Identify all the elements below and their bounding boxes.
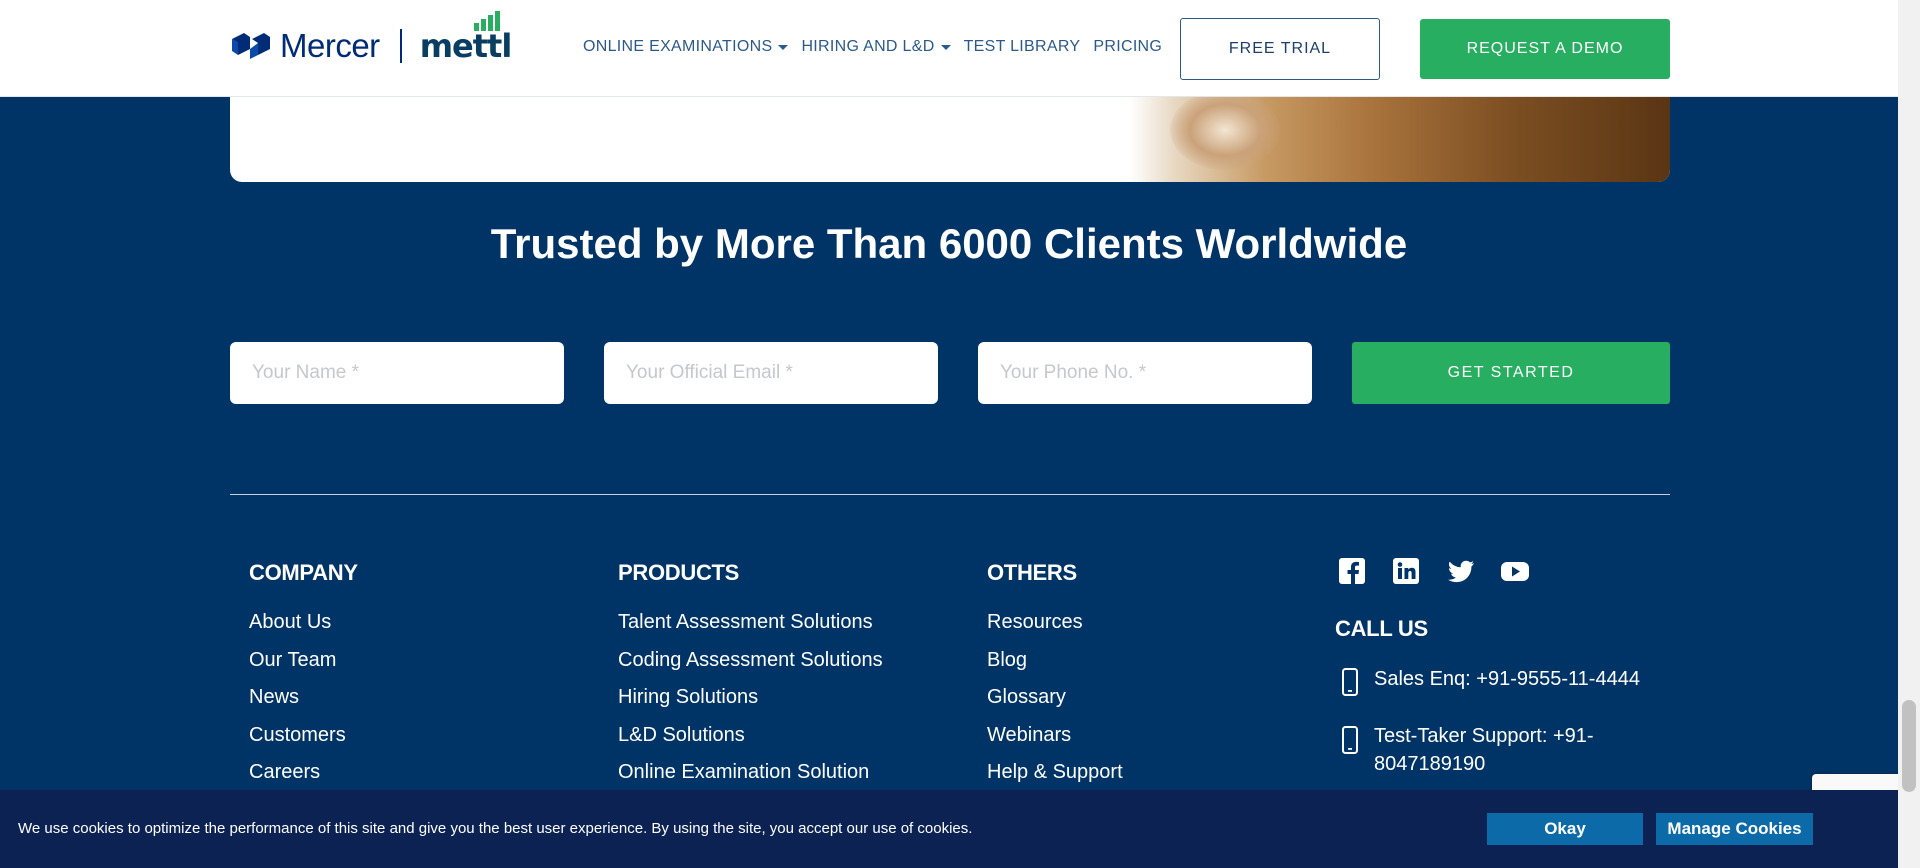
email-input[interactable] [604,342,938,404]
footer-products-title: PRODUCTS [618,560,740,585]
footer-divider [230,494,1670,495]
support-phone-line-2: 8047189190 [1374,753,1486,775]
support-phone-line-1: Test-Taker Support: +91- [1374,725,1594,747]
nav-pricing[interactable]: PRICING [1093,38,1162,56]
footer-link-ld-solutions[interactable]: L&D Solutions [618,719,883,757]
footer-company-title: COMPANY [249,560,358,585]
sales-phone-text: Sales Enq: +91-9555-11-4444 [1374,668,1640,690]
nav-test-library[interactable]: TEST LIBRARY [964,38,1081,56]
footer-link-careers[interactable]: Careers [249,756,358,794]
cookie-banner: We use cookies to optimize the performan… [0,790,1898,868]
footer-link-webinars[interactable]: Webinars [987,719,1123,757]
footer-link-hiring-solutions[interactable]: Hiring Solutions [618,681,883,719]
footer-link-news[interactable]: News [249,681,358,719]
footer-others-title: OTHERS [987,560,1077,585]
cookie-okay-button[interactable]: Okay [1487,813,1643,845]
call-us-title: CALL US [1335,616,1428,641]
nav-test-library-label: TEST LIBRARY [963,38,1081,55]
sales-phone[interactable]: Sales Enq: +91-9555-11-4444 [1340,668,1640,696]
nav-online-examinations[interactable]: ONLINE EXAMINATIONS [583,38,789,56]
free-trial-button[interactable]: FREE TRIAL [1180,18,1380,80]
cookie-text: We use cookies to optimize the performan… [18,820,973,837]
footer-link-resources[interactable]: Resources [987,606,1123,644]
trusted-headline: Trusted by More Than 6000 Clients Worldw… [490,220,1408,267]
footer-link-blog[interactable]: Blog [987,644,1123,682]
footer-others-column: OTHERS Resources Blog Glossary Webinars … [987,560,1123,794]
nav-online-examinations-label: ONLINE EXAMINATIONS [583,38,773,55]
nav-hiring-and-ld-label: HIRING AND L&D [801,38,935,55]
logo-divider [399,29,402,63]
youtube-icon[interactable] [1500,557,1529,585]
scrollbar-thumb[interactable] [1902,700,1916,792]
footer-link-talent-assessment[interactable]: Talent Assessment Solutions [618,606,883,644]
site-header: Mercer mettl ONLINE EXAMINATIONS HIRING … [0,0,1898,97]
mobile-phone-icon [1342,726,1358,754]
main-nav: ONLINE EXAMINATIONS HIRING AND L&D TEST … [583,38,1175,56]
request-demo-button[interactable]: REQUEST A DEMO [1420,19,1670,79]
footer-link-help-support[interactable]: Help & Support [987,756,1123,794]
footer-link-glossary[interactable]: Glossary [987,681,1123,719]
name-input[interactable] [230,342,564,404]
twitter-icon[interactable] [1446,557,1474,585]
footer-link-our-team[interactable]: Our Team [249,644,358,682]
logo-mercer-text: Mercer [280,27,380,64]
mercer-logo-icon [232,33,270,59]
page-scrollbar[interactable] [1898,0,1920,868]
phone-input[interactable] [978,342,1312,404]
linkedin-icon[interactable] [1392,557,1420,585]
nav-pricing-label: PRICING [1093,38,1163,55]
footer-products-column: PRODUCTS Talent Assessment Solutions Cod… [618,560,883,794]
footer-link-online-examination[interactable]: Online Examination Solution [618,756,883,794]
get-started-button[interactable]: GET STARTED [1352,342,1670,404]
support-phone-text: Test-Taker Support: +91- 8047189190 [1374,722,1594,778]
footer-link-coding-assessment[interactable]: Coding Assessment Solutions [618,644,883,682]
manage-cookies-button[interactable]: Manage Cookies [1656,813,1813,845]
footer-company-column: COMPANY About Us Our Team News Customers… [249,560,358,794]
logo-mettl-text: mettl [419,11,513,65]
facebook-icon[interactable] [1338,557,1366,585]
chevron-down-icon [940,44,951,50]
social-links [1338,557,1529,585]
logo-mettl-label: mettl [419,27,513,65]
support-phone[interactable]: Test-Taker Support: +91- 8047189190 [1340,725,1594,778]
mobile-phone-icon [1342,668,1358,696]
nav-hiring-and-ld[interactable]: HIRING AND L&D [801,38,951,56]
mettl-bars-icon [473,11,500,31]
logo[interactable]: Mercer mettl [230,11,513,74]
chevron-down-icon [778,44,789,50]
footer-link-about-us[interactable]: About Us [249,606,358,644]
footer-link-customers[interactable]: Customers [249,719,358,757]
